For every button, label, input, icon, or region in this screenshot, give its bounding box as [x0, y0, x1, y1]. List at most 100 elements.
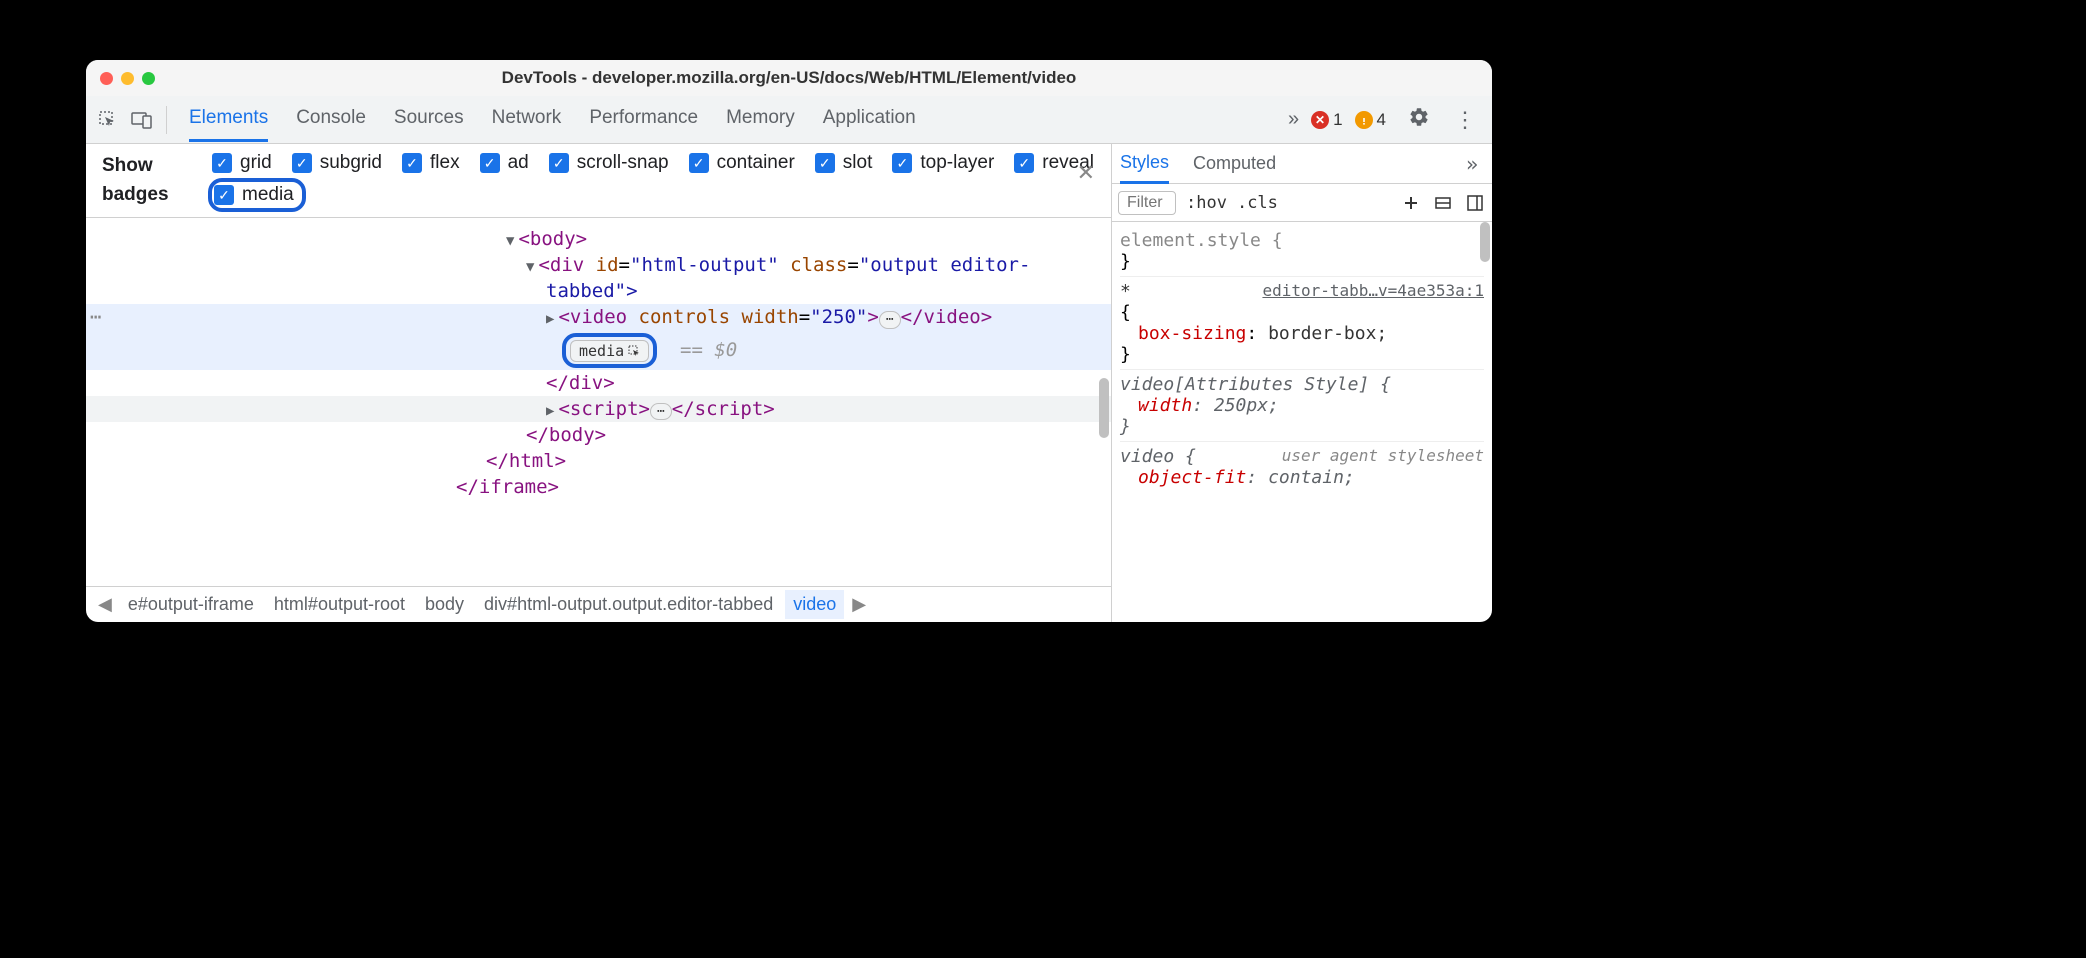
main-tabs-row: Elements Console Sources Network Perform…	[86, 96, 1492, 144]
badges-list: ✓grid ✓subgrid ✓flex ✓ad ✓scroll-snap ✓c…	[212, 152, 1095, 208]
warning-count[interactable]: 4	[1355, 110, 1386, 130]
badge-container[interactable]: ✓container	[689, 152, 795, 174]
warning-count-value: 4	[1377, 110, 1386, 130]
checkbox-icon: ✓	[689, 153, 709, 173]
breadcrumb-scroll-right-icon[interactable]: ▶	[848, 594, 870, 615]
toggle-sidebar-icon[interactable]	[1464, 192, 1486, 214]
style-rule-ua[interactable]: video {user agent stylesheet object-fit:…	[1120, 442, 1484, 492]
error-icon: ✕	[1311, 111, 1329, 129]
tab-styles[interactable]: Styles	[1120, 144, 1169, 184]
styles-rules[interactable]: element.style { } * editor-tabb…v=4ae353…	[1112, 222, 1492, 622]
element-style-rule[interactable]: element.style { }	[1120, 226, 1484, 277]
dom-node-div[interactable]: ▼<div id="html-output" class="output edi…	[86, 252, 1111, 278]
more-options-icon[interactable]: ⋮	[1446, 107, 1484, 133]
maximize-window-button[interactable]	[142, 72, 155, 85]
tab-network[interactable]: Network	[492, 97, 562, 142]
badge-slot[interactable]: ✓slot	[815, 152, 873, 174]
styles-toolbar: :hov .cls	[1112, 184, 1492, 222]
dom-node-video[interactable]: ⋯ ▶<video controls width="250">⋯</video>	[86, 304, 1111, 331]
dom-tree[interactable]: ▼<body> ▼<div id="html-output" class="ou…	[86, 218, 1111, 586]
flexbox-editor-icon[interactable]	[1432, 192, 1454, 214]
breadcrumb-item[interactable]: body	[417, 590, 472, 619]
new-style-rule-icon[interactable]	[1400, 192, 1422, 214]
tab-memory[interactable]: Memory	[726, 97, 795, 142]
tab-computed[interactable]: Computed	[1193, 145, 1276, 182]
settings-icon[interactable]	[1398, 106, 1440, 134]
styles-tabs: Styles Computed »	[1112, 144, 1492, 184]
show-badges-bar: Show badges ✓grid ✓subgrid ✓flex ✓ad ✓sc…	[86, 144, 1111, 218]
dom-node-div-cont[interactable]: tabbed">	[86, 278, 1111, 304]
elements-panel: Show badges ✓grid ✓subgrid ✓flex ✓ad ✓sc…	[86, 144, 1112, 622]
scrollbar-thumb[interactable]	[1099, 378, 1109, 438]
badge-top-layer[interactable]: ✓top-layer	[892, 152, 994, 174]
style-rule[interactable]: * editor-tabb…v=4ae353a:1 { box-sizing: …	[1120, 277, 1484, 370]
checkbox-icon: ✓	[402, 153, 422, 173]
collapsed-content-icon[interactable]: ⋯	[650, 403, 672, 421]
source-link[interactable]: editor-tabb…v=4ae353a:1	[1262, 281, 1484, 300]
content-area: Show badges ✓grid ✓subgrid ✓flex ✓ad ✓sc…	[86, 144, 1492, 622]
checkbox-icon: ✓	[892, 153, 912, 173]
divider	[166, 106, 167, 134]
minimize-window-button[interactable]	[121, 72, 134, 85]
style-rule-attributes[interactable]: video[Attributes Style] { width: 250px; …	[1120, 370, 1484, 442]
ua-stylesheet-label: user agent stylesheet	[1282, 446, 1484, 465]
checkbox-icon: ✓	[549, 153, 569, 173]
traffic-lights	[100, 72, 155, 85]
badge-subgrid[interactable]: ✓subgrid	[292, 152, 382, 174]
dom-scrollbar[interactable]	[1097, 218, 1111, 586]
dom-node-body[interactable]: ▼<body>	[86, 226, 1111, 252]
badge-media[interactable]: ✓media	[214, 184, 294, 206]
dom-node-script[interactable]: ▶<script>⋯</script>	[86, 396, 1111, 423]
titlebar: DevTools - developer.mozilla.org/en-US/d…	[86, 60, 1492, 96]
breadcrumb-item-selected[interactable]: video	[785, 590, 844, 619]
device-toolbar-icon[interactable]	[128, 106, 156, 134]
ellipsis-icon[interactable]: ⋯	[90, 306, 101, 328]
more-styles-tabs-icon[interactable]: »	[1460, 152, 1484, 176]
breadcrumb-item[interactable]: html#output-root	[266, 590, 413, 619]
styles-scrollbar[interactable]	[1478, 222, 1492, 622]
dom-node-html-close[interactable]: </html>	[86, 448, 1111, 474]
breadcrumb: ◀ e#output-iframe html#output-root body …	[86, 586, 1111, 622]
dom-node-body-close[interactable]: </body>	[86, 422, 1111, 448]
checkbox-icon: ✓	[480, 153, 500, 173]
badges-label: Show badges	[102, 152, 212, 209]
highlight-media-pill: media	[562, 333, 657, 368]
devtools-window: DevTools - developer.mozilla.org/en-US/d…	[86, 60, 1492, 622]
badge-flex[interactable]: ✓flex	[402, 152, 460, 174]
dom-node-video-badge[interactable]: media == $0	[86, 331, 1111, 370]
cls-toggle[interactable]: .cls	[1237, 193, 1278, 213]
collapsed-content-icon[interactable]: ⋯	[879, 311, 901, 329]
tab-sources[interactable]: Sources	[394, 97, 464, 142]
tab-elements[interactable]: Elements	[189, 97, 268, 142]
media-badge-pill[interactable]: media	[570, 340, 649, 362]
badge-scroll-snap[interactable]: ✓scroll-snap	[549, 152, 669, 174]
error-count[interactable]: ✕ 1	[1311, 110, 1342, 130]
breadcrumb-item[interactable]: e#output-iframe	[120, 590, 262, 619]
badge-grid[interactable]: ✓grid	[212, 152, 272, 174]
checkbox-icon: ✓	[212, 153, 232, 173]
styles-filter-input[interactable]	[1118, 191, 1176, 215]
checkbox-icon: ✓	[214, 185, 234, 205]
styles-panel: Styles Computed » :hov .cls element.styl…	[1112, 144, 1492, 622]
tab-performance[interactable]: Performance	[589, 97, 698, 142]
dom-node-div-close[interactable]: </div>	[86, 370, 1111, 396]
scrollbar-thumb[interactable]	[1480, 222, 1490, 262]
breadcrumb-item[interactable]: div#html-output.output.editor-tabbed	[476, 590, 781, 619]
inspect-element-icon[interactable]	[94, 106, 122, 134]
breadcrumb-scroll-left-icon[interactable]: ◀	[94, 594, 116, 615]
hov-toggle[interactable]: :hov	[1186, 193, 1227, 213]
highlight-media-badge: ✓media	[208, 178, 306, 212]
warning-icon	[1355, 111, 1373, 129]
close-badges-icon[interactable]: ✕	[1077, 160, 1095, 186]
tab-console[interactable]: Console	[296, 97, 366, 142]
main-tabs: Elements Console Sources Network Perform…	[189, 97, 1276, 142]
badge-ad[interactable]: ✓ad	[480, 152, 529, 174]
tab-application[interactable]: Application	[823, 97, 916, 142]
checkbox-icon: ✓	[815, 153, 835, 173]
dom-node-iframe-close[interactable]: </iframe>	[86, 474, 1111, 500]
close-window-button[interactable]	[100, 72, 113, 85]
more-tabs-icon[interactable]: »	[1282, 108, 1305, 131]
error-count-value: 1	[1333, 110, 1342, 130]
window-title: DevTools - developer.mozilla.org/en-US/d…	[86, 68, 1492, 88]
checkbox-icon: ✓	[1014, 153, 1034, 173]
